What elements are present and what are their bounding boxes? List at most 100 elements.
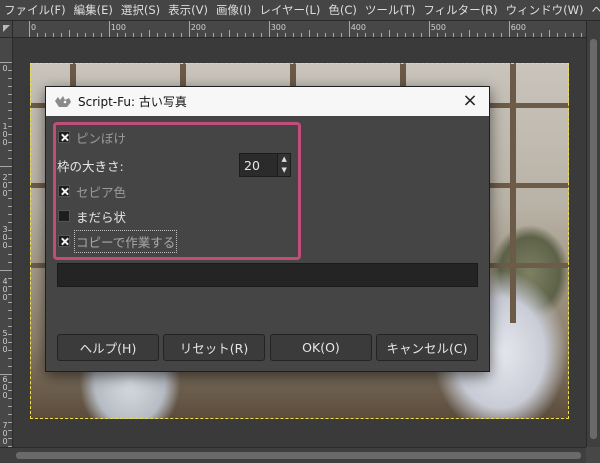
ruler-tick [453, 33, 454, 37]
ruler-tick [8, 150, 12, 151]
ruler-tick [189, 21, 190, 37]
ruler-tick [133, 33, 134, 37]
ruler-tick [8, 302, 12, 303]
horizontal-scrollbar[interactable] [0, 447, 600, 463]
menu-filters[interactable]: フィルター(R) [419, 0, 501, 20]
ruler-tick [293, 33, 294, 37]
ruler-corner-button[interactable] [0, 21, 13, 38]
ruler-label: 0 [2, 64, 8, 73]
sepia-checkbox[interactable] [58, 185, 70, 197]
ruler-tick [8, 318, 12, 319]
menu-colors[interactable]: 色(C) [324, 0, 361, 20]
sepia-option[interactable]: セピア色 [58, 181, 126, 201]
menu-edit[interactable]: 編集(E) [70, 0, 117, 20]
ruler-tick [8, 254, 12, 255]
horizontal-ruler[interactable]: 0 |100 |200 |300 |400 |500 |600 [13, 21, 586, 38]
menu-view[interactable]: 表示(V) [164, 0, 212, 20]
vertical-scrollbar[interactable] [586, 21, 600, 447]
ruler-tick [8, 134, 12, 135]
ruler-label: 0 [31, 23, 37, 32]
ruler-tick [413, 33, 414, 37]
ruler-tick [325, 33, 326, 37]
dialog-titlebar[interactable]: Script-Fu: 古い写真 × [46, 87, 489, 116]
spin-down-icon[interactable]: ▼ [278, 165, 290, 176]
ruler-tick [421, 33, 422, 37]
ruler-tick [149, 30, 150, 37]
ruler-tick [117, 33, 118, 37]
border-size-value[interactable]: 20 [240, 158, 277, 173]
ruler-tick [8, 430, 12, 431]
ruler-label: |100 [108, 23, 126, 32]
defocus-checkbox[interactable] [58, 131, 70, 143]
work-on-copy-checkbox[interactable] [58, 235, 70, 247]
ruler-tick [389, 30, 390, 37]
ruler-label: 200 [2, 173, 8, 198]
scrollbar-thumb[interactable] [590, 39, 597, 439]
reset-button[interactable]: リセット(R) [163, 334, 265, 361]
ruler-tick [229, 30, 230, 37]
ruler-tick [8, 86, 12, 87]
ruler-tick [8, 158, 12, 159]
ruler-tick [8, 142, 12, 143]
ruler-tick [77, 33, 78, 37]
shoji-frame [510, 63, 516, 323]
ruler-tick [357, 33, 358, 37]
menu-select[interactable]: 選択(S) [117, 0, 164, 20]
ruler-tick [469, 30, 470, 37]
mottle-checkbox[interactable] [58, 210, 70, 222]
ruler-tick [237, 33, 238, 37]
ruler-tick [533, 33, 534, 37]
menu-windows[interactable]: ウィンドウ(W) [502, 0, 588, 20]
ruler-tick [8, 174, 12, 175]
ruler-tick [8, 390, 12, 391]
ok-button[interactable]: OK(O) [270, 334, 372, 361]
ruler-label: 700 [2, 421, 8, 446]
ruler-tick [181, 33, 182, 37]
defocus-option[interactable]: ピンぼけ [58, 127, 126, 147]
menu-tools[interactable]: ツール(T) [361, 0, 420, 20]
menu-file[interactable]: ファイル(F) [0, 0, 70, 20]
gimp-wilber-icon [54, 95, 72, 109]
menu-help[interactable]: ヘルプ(H) [587, 0, 600, 20]
ruler-tick [8, 214, 12, 215]
ruler-tick [8, 414, 12, 415]
ruler-tick [477, 33, 478, 37]
ruler-label: |600 [508, 23, 526, 32]
ruler-tick [517, 33, 518, 37]
ruler-tick [8, 286, 12, 287]
mottle-option[interactable]: まだら状 [58, 206, 126, 226]
cancel-button[interactable]: キャンセル(C) [376, 334, 478, 361]
ruler-tick [8, 398, 12, 399]
vertical-ruler[interactable]: 0 100 200 300 400 500 600 700 [0, 38, 13, 447]
navigate-button[interactable] [586, 447, 600, 463]
ruler-tick [429, 21, 430, 37]
ruler-tick [8, 78, 12, 79]
border-size-spinbutton[interactable]: 20 ▲ ▼ [239, 153, 291, 177]
ruler-tick [8, 222, 12, 223]
ruler-tick [509, 21, 510, 37]
ruler-tick [8, 110, 12, 111]
spin-up-icon[interactable]: ▲ [278, 154, 290, 165]
sepia-label: セピア色 [76, 184, 127, 200]
close-icon[interactable]: × [461, 92, 479, 110]
ruler-tick [8, 246, 12, 247]
work-on-copy-option[interactable]: コピーで作業する [58, 229, 178, 253]
ruler-tick [8, 382, 12, 383]
ruler-tick [493, 33, 494, 37]
ruler-tick [581, 33, 582, 37]
ruler-tick [485, 33, 486, 37]
ruler-tick [45, 33, 46, 37]
ruler-tick [8, 278, 12, 279]
scrollbar-thumb[interactable] [16, 452, 581, 459]
help-button[interactable]: ヘルプ(H) [57, 334, 159, 361]
ruler-tick [109, 21, 110, 37]
ruler-tick [8, 190, 12, 191]
ruler-label: |500 [428, 23, 446, 32]
ruler-tick [8, 182, 12, 183]
ruler-tick [61, 33, 62, 37]
ruler-tick [8, 94, 12, 95]
border-size-label: 枠の大きさ: [57, 158, 124, 174]
menu-layer[interactable]: レイヤー(L) [255, 0, 324, 20]
menu-image[interactable]: 画像(I) [212, 0, 255, 20]
ruler-tick [0, 270, 12, 271]
